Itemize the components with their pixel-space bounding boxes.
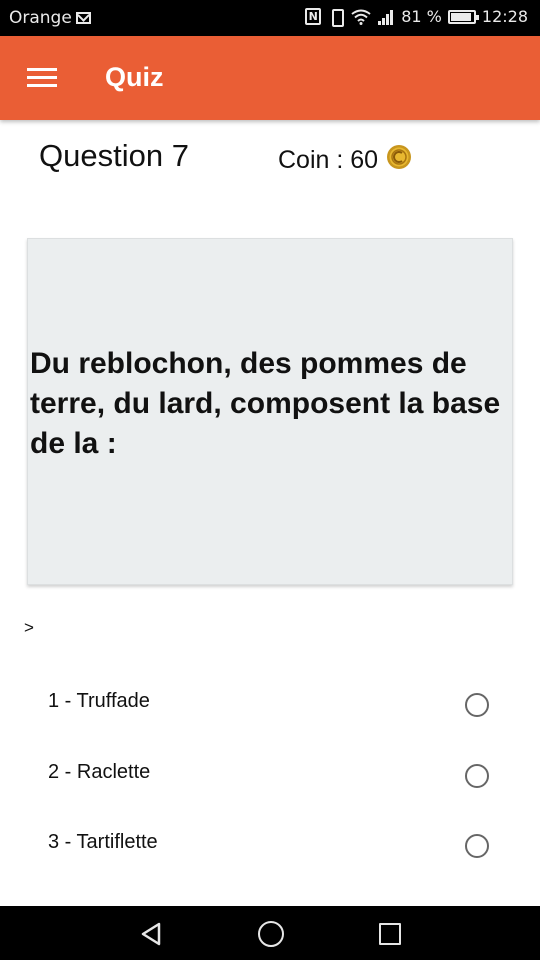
circle-home-icon[interactable]: [258, 921, 284, 947]
carrier-name: Orange: [9, 8, 72, 28]
answer-option-1[interactable]: 1 - Truffade: [0, 670, 540, 736]
answer-option-3[interactable]: 3 - Tartiflette: [0, 811, 540, 877]
coin-label: Coin : 60: [278, 146, 379, 174]
question-card: Du reblochon, des pommes de terre, du la…: [27, 238, 513, 585]
battery-icon: [447, 9, 479, 24]
answer-label: 1 - Truffade: [48, 690, 150, 712]
question-number: Question 7: [39, 138, 189, 173]
question-text: Du reblochon, des pommes de terre, du la…: [30, 347, 501, 460]
answer-label: 2 - Raclette: [48, 761, 151, 783]
wifi-icon: [351, 9, 371, 25]
triangle-back-icon[interactable]: [138, 921, 164, 947]
vibrate-icon: [327, 8, 345, 27]
radio-button[interactable]: [465, 834, 489, 858]
status-icons: N 81 % 12:28: [305, 7, 528, 27]
status-bar: Orange N 81 % 12:28: [0, 0, 540, 36]
progress-marker: >: [24, 618, 34, 637]
answer-option-2[interactable]: 2 - Raclette: [0, 741, 540, 807]
nfc-icon: N: [305, 8, 322, 25]
app-bar: Quiz: [0, 36, 540, 120]
app-title: Quiz: [105, 62, 164, 92]
carrier-group: Orange: [9, 8, 91, 28]
clock: 12:28: [481, 7, 528, 26]
square-recent-apps-icon[interactable]: [379, 923, 401, 945]
signal-strength-icon: [378, 9, 394, 25]
coin-counter: Coin : 60: [278, 144, 412, 175]
system-nav-bar: [0, 906, 540, 960]
mail-notification-icon: [75, 12, 91, 24]
answer-label: 3 - Tartiflette: [48, 831, 158, 853]
gold-coin-icon: [387, 144, 412, 169]
hamburger-menu-icon[interactable]: [27, 68, 57, 88]
radio-button[interactable]: [465, 764, 489, 788]
radio-button[interactable]: [465, 693, 489, 717]
battery-percent: 81 %: [401, 7, 442, 26]
